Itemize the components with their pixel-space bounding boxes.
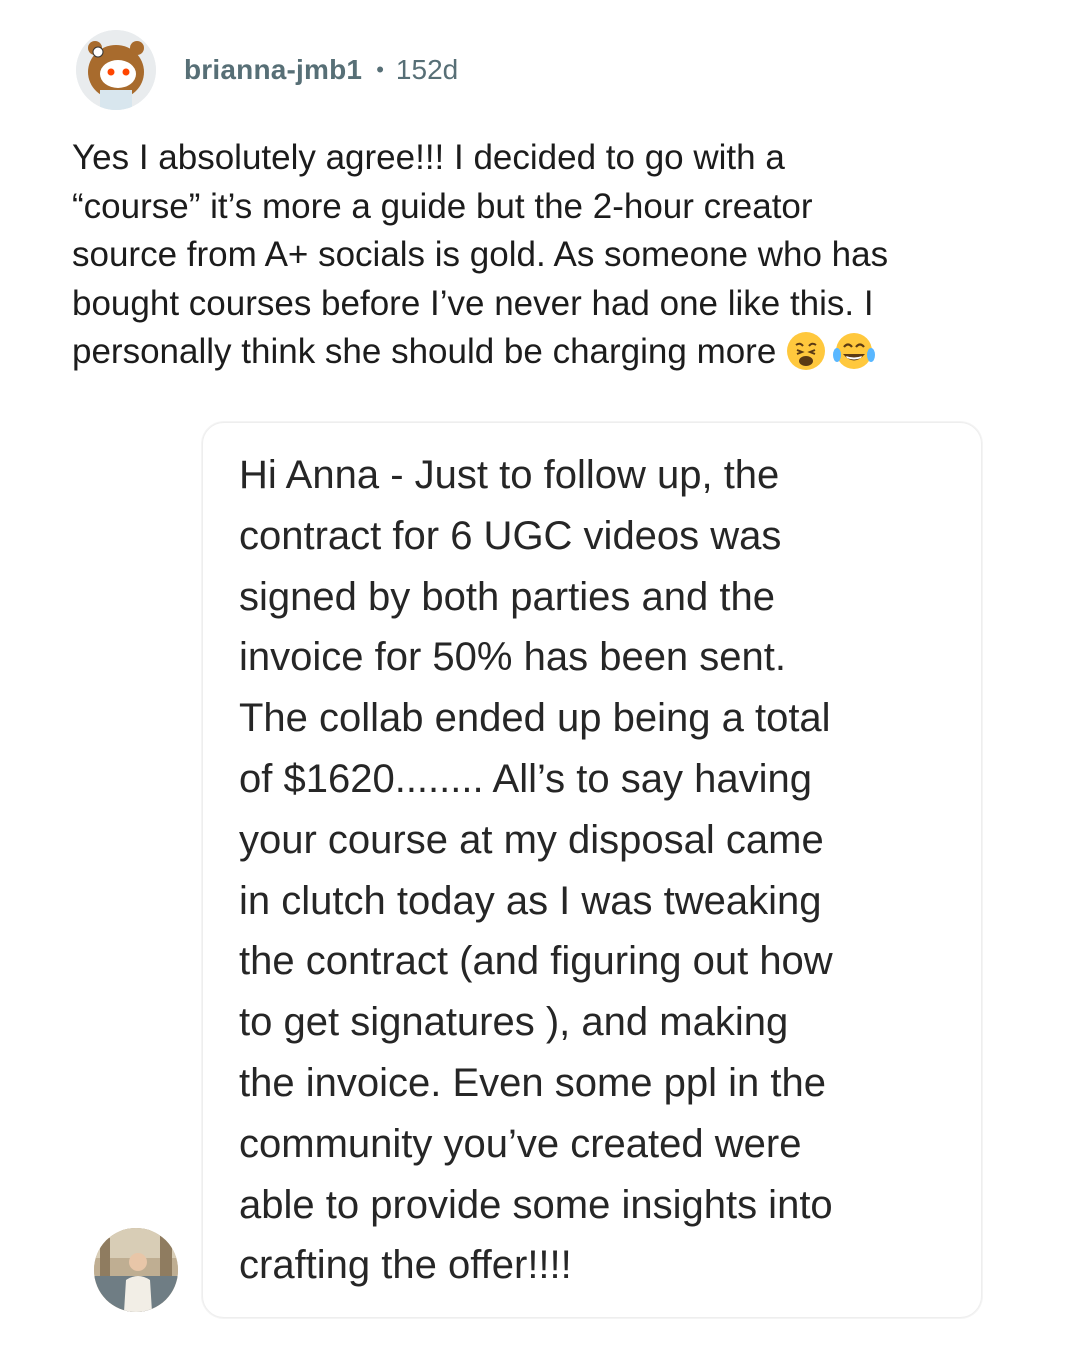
message-line: to get signatures ), and making bbox=[239, 1000, 789, 1045]
comment-line: personally think she should be charging … bbox=[72, 332, 777, 371]
comment-header: brianna-jmb1 • 152d bbox=[76, 28, 458, 112]
comment-body: Yes I absolutely agree!!! I decided to g… bbox=[72, 134, 1032, 385]
message-line: the contract (and figuring out how bbox=[239, 939, 833, 984]
message-text: Hi Anna - Just to follow up, the contrac… bbox=[239, 445, 979, 1296]
comment-line: “course” it’s more a guide but the 2-hou… bbox=[72, 186, 813, 226]
comment-username[interactable]: brianna-jmb1 bbox=[184, 54, 362, 86]
message-line: invoice for 50% has been sent. bbox=[239, 635, 787, 680]
message-line: contract for 6 UGC videos was bbox=[239, 513, 782, 558]
message-line: of $1620........ All’s to say having bbox=[239, 756, 812, 801]
comment-line: bought courses before I’ve never had one… bbox=[72, 283, 874, 323]
comment-last-line: personally think she should be charging … bbox=[72, 328, 1032, 385]
tears-of-joy-emoji bbox=[832, 331, 876, 385]
message-line: in clutch today as I was tweaking bbox=[239, 878, 822, 923]
comment-line: Yes I absolutely agree!!! I decided to g… bbox=[72, 138, 785, 177]
message-line: community you’ve created were bbox=[239, 1121, 802, 1166]
message-screenshot: Hi Anna - Just to follow up, the contrac… bbox=[202, 422, 982, 1318]
message-line: your course at my disposal came bbox=[239, 817, 824, 862]
meta-separator: • bbox=[376, 57, 384, 82]
message-line: crafting the offer!!!! bbox=[239, 1243, 572, 1288]
message-line: the invoice. Even some ppl in the bbox=[239, 1060, 827, 1105]
message-line: Hi Anna - Just to follow up, the bbox=[239, 453, 780, 497]
sender-photo-avatar[interactable] bbox=[94, 1228, 178, 1312]
weary-face-emoji bbox=[786, 331, 826, 385]
message-line: able to provide some insights into bbox=[239, 1182, 833, 1227]
reddit-snoo-avatar-icon[interactable] bbox=[76, 30, 156, 110]
comment-age: 152d bbox=[395, 54, 459, 85]
message-line: signed by both parties and the bbox=[239, 574, 775, 619]
message-line: The collab ended up being a total bbox=[239, 696, 831, 741]
comment-line: source from A+ socials is gold. As someo… bbox=[72, 235, 889, 274]
